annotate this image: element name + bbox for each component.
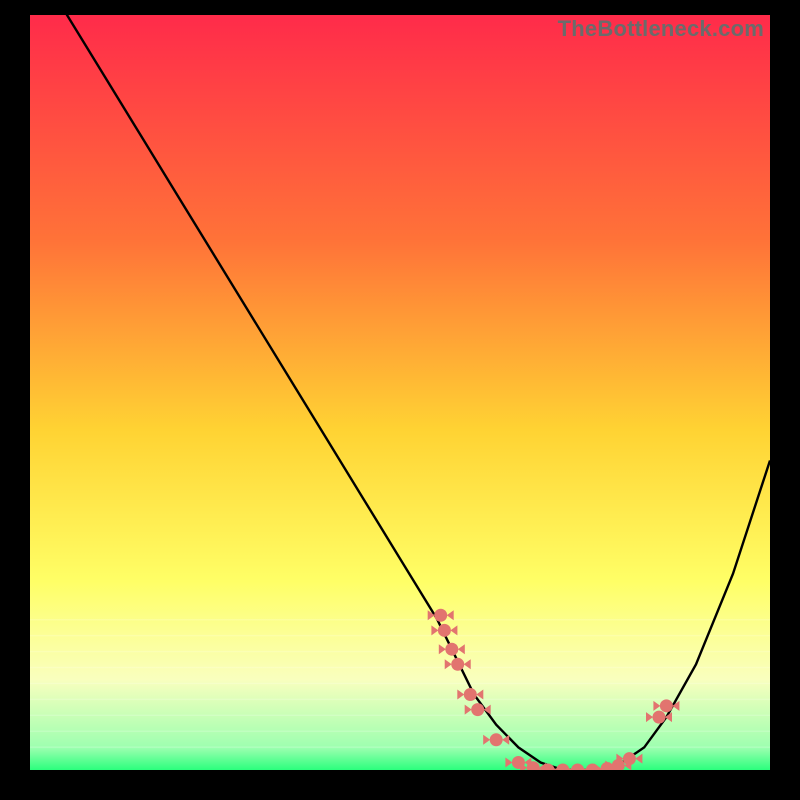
chart-plot-area (30, 15, 770, 770)
band-striation (30, 683, 770, 684)
band-striation (30, 731, 770, 732)
watermark-text: TheBottleneck.com (558, 16, 764, 42)
chart-frame (30, 15, 770, 770)
band-striation (30, 619, 770, 620)
band-striation (30, 699, 770, 700)
band-striation (30, 635, 770, 636)
band-striation (30, 747, 770, 748)
band-striation (30, 651, 770, 652)
chart-svg (30, 15, 770, 770)
band-striation (30, 667, 770, 668)
heat-gradient (30, 15, 770, 770)
